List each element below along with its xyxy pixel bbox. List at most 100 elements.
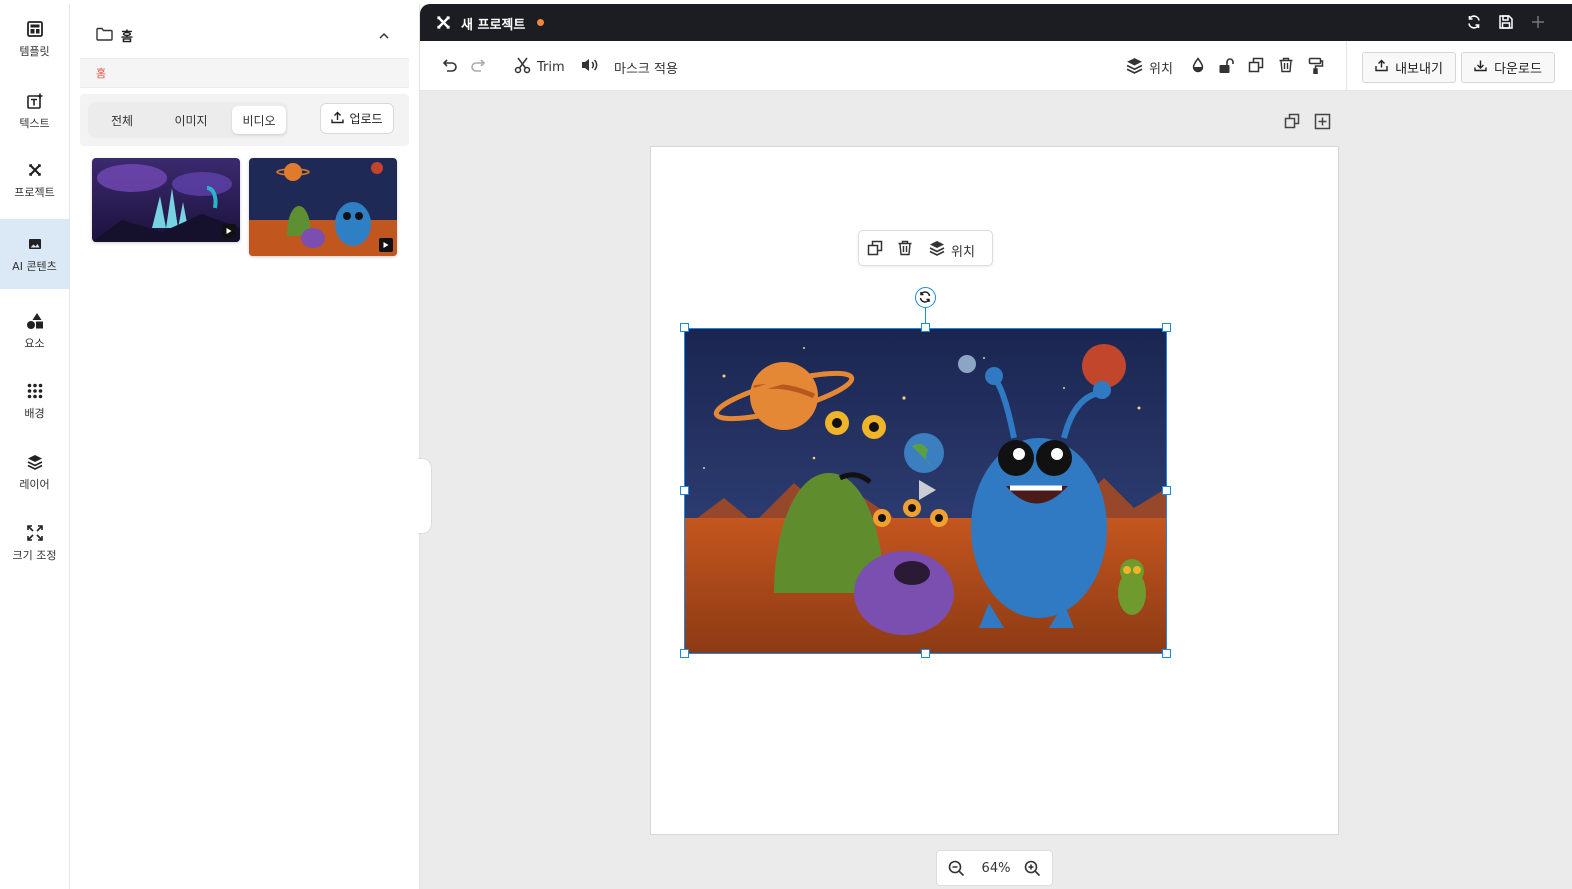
add-text-icon: [26, 92, 44, 110]
duplicate-button[interactable]: [1248, 56, 1264, 78]
zoom-level: 64%: [981, 861, 1011, 876]
upload-button[interactable]: 업로드: [320, 103, 394, 134]
droplet-icon: [1190, 57, 1206, 77]
rail-item-label: 템플릿: [19, 44, 50, 58]
rail-item-template[interactable]: 템플릿: [0, 4, 69, 74]
layers-icon: [929, 240, 945, 260]
asset-panel: 홈 홈 전체 이미지 비디오 업로드: [70, 4, 420, 889]
filter-image[interactable]: 이미지: [160, 106, 222, 134]
resize-handle-bottom-left[interactable]: [680, 649, 689, 658]
rail-item-label: 요소: [24, 336, 45, 350]
add-page-icon[interactable]: [1314, 113, 1331, 130]
export-button[interactable]: 내보내기: [1362, 52, 1456, 83]
scissors-icon: [514, 57, 531, 78]
rail-item-label: 레이어: [19, 477, 50, 491]
resize-handle-top[interactable]: [921, 323, 930, 332]
zoom-in-icon[interactable]: [1024, 860, 1042, 878]
template-icon: [26, 20, 44, 38]
trim-label: Trim: [537, 59, 565, 75]
rail-item-background[interactable]: 배경: [0, 366, 69, 436]
toolbar-divider: [1346, 41, 1347, 91]
thumbnail-image: [249, 158, 397, 256]
filter-all[interactable]: 전체: [94, 106, 150, 134]
folder-title: 홈: [121, 30, 133, 45]
resize-handle-top-right[interactable]: [1162, 323, 1171, 332]
volume-button[interactable]: [580, 56, 598, 78]
rail-item-label: 텍스트: [19, 116, 50, 130]
breadcrumb: 홈: [80, 58, 409, 88]
undo-button[interactable]: [440, 56, 458, 78]
duplicate-page-icon[interactable]: [1284, 113, 1301, 130]
resize-handle-right[interactable]: [1162, 486, 1171, 495]
video-thumbnail-alien-planet[interactable]: [249, 158, 397, 256]
rail-item-text[interactable]: 텍스트: [0, 76, 69, 146]
duplicate-icon[interactable]: [867, 240, 885, 258]
resize-handle-top-left[interactable]: [680, 323, 689, 332]
save-icon[interactable]: [1498, 14, 1515, 31]
float-position-label: 위치: [951, 244, 975, 260]
breadcrumb-home[interactable]: 홈: [96, 65, 106, 81]
rail-item-resize[interactable]: 크기 조정: [0, 508, 69, 578]
rail-item-label: 크기 조정: [12, 548, 57, 562]
float-position-button[interactable]: 위치: [929, 240, 975, 260]
export-label: 내보내기: [1395, 62, 1443, 77]
lock-button[interactable]: [1218, 56, 1235, 78]
element-floating-toolbar: 위치: [858, 230, 993, 266]
video-thumbnail-crystal-forest[interactable]: [92, 158, 240, 242]
add-icon[interactable]: [1530, 14, 1547, 31]
media-type-filter: 전체 이미지 비디오: [88, 102, 288, 138]
zoom-out-icon[interactable]: [948, 860, 966, 878]
download-icon: [1474, 59, 1487, 76]
resize-handle-bottom-right[interactable]: [1162, 649, 1171, 658]
dots-grid-icon: [26, 382, 44, 400]
upload-label: 업로드: [349, 112, 383, 126]
duplicate-icon: [1248, 57, 1264, 77]
play-icon: [379, 238, 393, 252]
chevron-up-icon[interactable]: [377, 28, 391, 42]
filter-video[interactable]: 비디오: [232, 106, 286, 134]
zoom-control: 64%: [936, 850, 1053, 886]
share-icon: [1375, 59, 1388, 76]
folder-header[interactable]: 홈: [96, 26, 133, 45]
redo-icon: [470, 56, 488, 78]
play-icon: [222, 224, 236, 238]
project-icon: [26, 161, 44, 179]
project-title[interactable]: 새 프로젝트: [461, 14, 525, 33]
unsaved-indicator: [537, 19, 544, 26]
volume-icon: [580, 57, 598, 77]
redo-button[interactable]: [470, 56, 488, 78]
image-icon: [26, 235, 44, 253]
rail-item-layers[interactable]: 레이어: [0, 437, 69, 507]
rail-item-label: AI 콘텐츠: [12, 259, 57, 273]
download-label: 다운로드: [1494, 62, 1542, 77]
layers-icon: [1126, 57, 1143, 78]
paint-roller-icon: [1308, 57, 1324, 78]
refresh-icon[interactable]: [1466, 14, 1483, 31]
panel-collapse-handle[interactable]: [418, 458, 432, 534]
resize-handle-bottom[interactable]: [921, 649, 930, 658]
rail-item-project[interactable]: 프로젝트: [0, 145, 69, 215]
filter-bar: 전체 이미지 비디오 업로드: [80, 94, 409, 146]
resize-icon: [26, 524, 44, 542]
delete-button[interactable]: [1278, 56, 1294, 78]
left-rail: 템플릿 텍스트 프로젝트 AI 콘텐츠 요소 배경 레이어 크기 조정: [0, 4, 70, 889]
layers-icon: [26, 453, 44, 471]
unlock-icon: [1218, 57, 1235, 78]
rail-item-ai-content[interactable]: AI 콘텐츠: [0, 219, 69, 289]
mask-label: 마스크 적용: [614, 61, 678, 77]
trash-icon[interactable]: [897, 240, 915, 258]
play-icon[interactable]: [912, 476, 940, 504]
trim-button[interactable]: Trim: [514, 56, 565, 78]
download-button[interactable]: 다운로드: [1461, 52, 1555, 83]
opacity-button[interactable]: [1190, 56, 1206, 78]
format-painter-button[interactable]: [1308, 56, 1324, 78]
editor-toolbar: Trim 마스크 적용 위치 내보내기 다운로드: [420, 41, 1572, 91]
project-title-bar: 새 프로젝트: [420, 4, 1572, 41]
position-button[interactable]: 위치: [1126, 56, 1173, 78]
rotate-handle[interactable]: [915, 287, 936, 308]
resize-handle-left[interactable]: [680, 486, 689, 495]
shapes-icon: [26, 312, 44, 330]
rail-item-elements[interactable]: 요소: [0, 296, 69, 366]
apply-mask-button[interactable]: 마스크 적용: [614, 56, 678, 78]
upload-icon: [331, 111, 345, 127]
